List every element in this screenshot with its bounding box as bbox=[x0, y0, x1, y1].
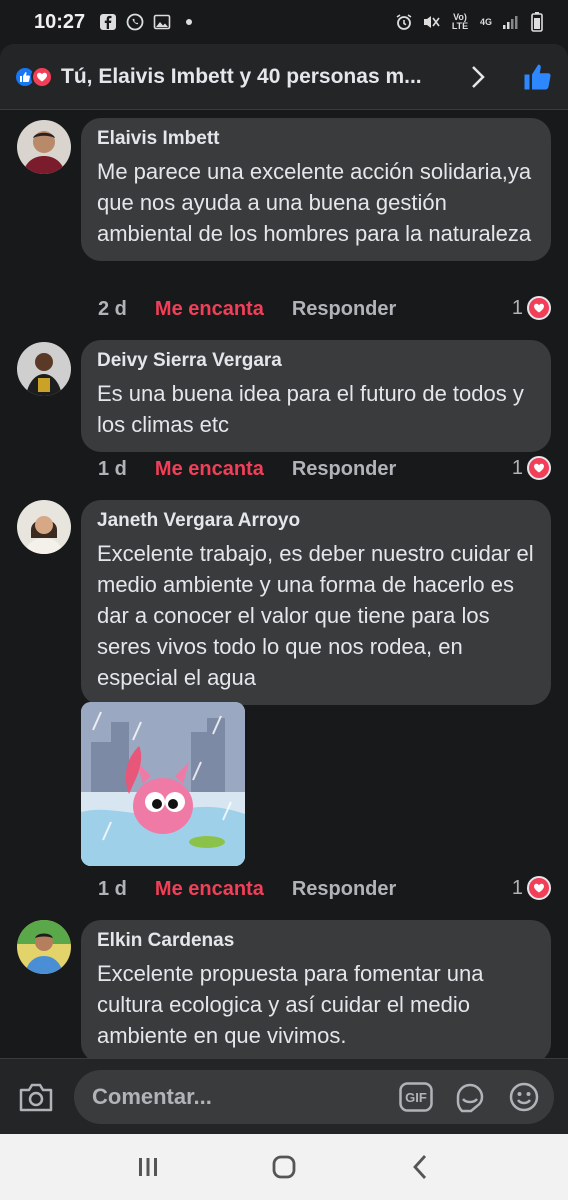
heart-icon bbox=[527, 456, 551, 480]
camera-icon[interactable] bbox=[14, 1075, 58, 1119]
reaction-count-value: 1 bbox=[511, 296, 523, 319]
alarm-icon bbox=[395, 13, 413, 31]
recent-apps-icon[interactable] bbox=[128, 1147, 168, 1187]
comment-author[interactable]: Elkin Cardenas bbox=[97, 930, 535, 952]
heart-icon bbox=[527, 876, 551, 900]
header-title[interactable]: Tú, Elaivis Imbett y 40 personas m... bbox=[61, 65, 461, 89]
comment-bubble[interactable]: Deivy Sierra Vergara Es una buena idea p… bbox=[81, 340, 551, 452]
network-type-label: 4G bbox=[479, 16, 492, 27]
love-reaction-button[interactable]: Me encanta bbox=[155, 458, 264, 481]
comment-text: Excelente propuesta para fomentar una cu… bbox=[97, 961, 484, 1048]
comment-actions: 2 d Me encanta Responder bbox=[98, 298, 396, 321]
reaction-count-value: 1 bbox=[511, 456, 523, 479]
reactions-header[interactable]: Tú, Elaivis Imbett y 40 personas m... bbox=[0, 44, 568, 110]
chevron-right-icon[interactable] bbox=[471, 65, 491, 89]
comment-input[interactable] bbox=[92, 1083, 382, 1110]
reply-button[interactable]: Responder bbox=[292, 298, 396, 321]
comment-text: Me parece una excelente acción solidaria… bbox=[97, 159, 532, 246]
comment-author[interactable]: Elaivis Imbett bbox=[97, 128, 535, 150]
comment-author[interactable]: Deivy Sierra Vergara bbox=[97, 350, 535, 372]
status-time: 10:27 bbox=[34, 10, 86, 33]
reply-button[interactable]: Responder bbox=[292, 458, 396, 481]
comment-actions: 1 d Me encanta Responder bbox=[98, 878, 396, 901]
comment-text: Es una buena idea para el futuro de todo… bbox=[97, 381, 524, 437]
reaction-count[interactable]: 1 bbox=[512, 876, 551, 900]
comment-time[interactable]: 2 d bbox=[98, 298, 127, 321]
avatar[interactable] bbox=[17, 120, 71, 174]
whatsapp-notification-icon bbox=[126, 13, 144, 31]
thumbs-up-icon[interactable] bbox=[520, 60, 554, 94]
heart-icon bbox=[527, 296, 551, 320]
comment-author[interactable]: Janeth Vergara Arroyo bbox=[97, 510, 535, 532]
love-reaction-button[interactable]: Me encanta bbox=[155, 878, 264, 901]
comment-text: Excelente trabajo, es deber nuestro cuid… bbox=[97, 541, 534, 690]
home-icon[interactable] bbox=[264, 1147, 304, 1187]
comment-time[interactable]: 1 d bbox=[98, 878, 127, 901]
system-navigation-bar bbox=[0, 1134, 568, 1200]
reaction-summary bbox=[14, 65, 53, 88]
gif-button[interactable]: GIF bbox=[396, 1077, 436, 1117]
comments-list[interactable]: Elaivis Imbett Me parece una excelente a… bbox=[0, 110, 568, 1058]
comment-bubble[interactable]: Elaivis Imbett Me parece una excelente a… bbox=[81, 118, 551, 261]
comment-bubble[interactable]: Elkin Cardenas Excelente propuesta para … bbox=[81, 920, 551, 1058]
reaction-count[interactable]: 1 bbox=[512, 456, 551, 480]
comment-input-container[interactable]: GIF bbox=[74, 1069, 554, 1124]
comment-actions: 1 d Me encanta Responder bbox=[98, 458, 396, 481]
sticker-icon[interactable] bbox=[450, 1077, 490, 1117]
battery-icon bbox=[528, 12, 546, 32]
reply-button[interactable]: Responder bbox=[292, 878, 396, 901]
love-reaction-icon bbox=[31, 65, 53, 88]
avatar[interactable] bbox=[17, 342, 71, 396]
avatar[interactable] bbox=[17, 500, 71, 554]
comment-time[interactable]: 1 d bbox=[98, 458, 127, 481]
gallery-notification-icon bbox=[153, 13, 171, 31]
avatar[interactable] bbox=[17, 920, 71, 974]
signal-icon bbox=[501, 13, 519, 31]
dot-icon bbox=[180, 13, 198, 31]
comment-bubble[interactable]: Janeth Vergara Arroyo Excelente trabajo,… bbox=[81, 500, 551, 705]
reaction-count[interactable]: 1 bbox=[512, 296, 551, 320]
comment-composer: GIF bbox=[0, 1058, 568, 1134]
mute-icon bbox=[422, 13, 440, 31]
sticker-image[interactable] bbox=[81, 702, 245, 866]
volte-label: Vo) LTE bbox=[451, 12, 469, 31]
status-bar: 10:27 Vo) LTE 4G bbox=[0, 0, 568, 44]
back-icon[interactable] bbox=[400, 1147, 440, 1187]
reaction-count-value: 1 bbox=[511, 876, 523, 899]
facebook-notification-icon bbox=[99, 13, 117, 31]
gif-label: GIF bbox=[405, 1089, 427, 1105]
emoji-icon[interactable] bbox=[504, 1077, 544, 1117]
love-reaction-button[interactable]: Me encanta bbox=[155, 298, 264, 321]
